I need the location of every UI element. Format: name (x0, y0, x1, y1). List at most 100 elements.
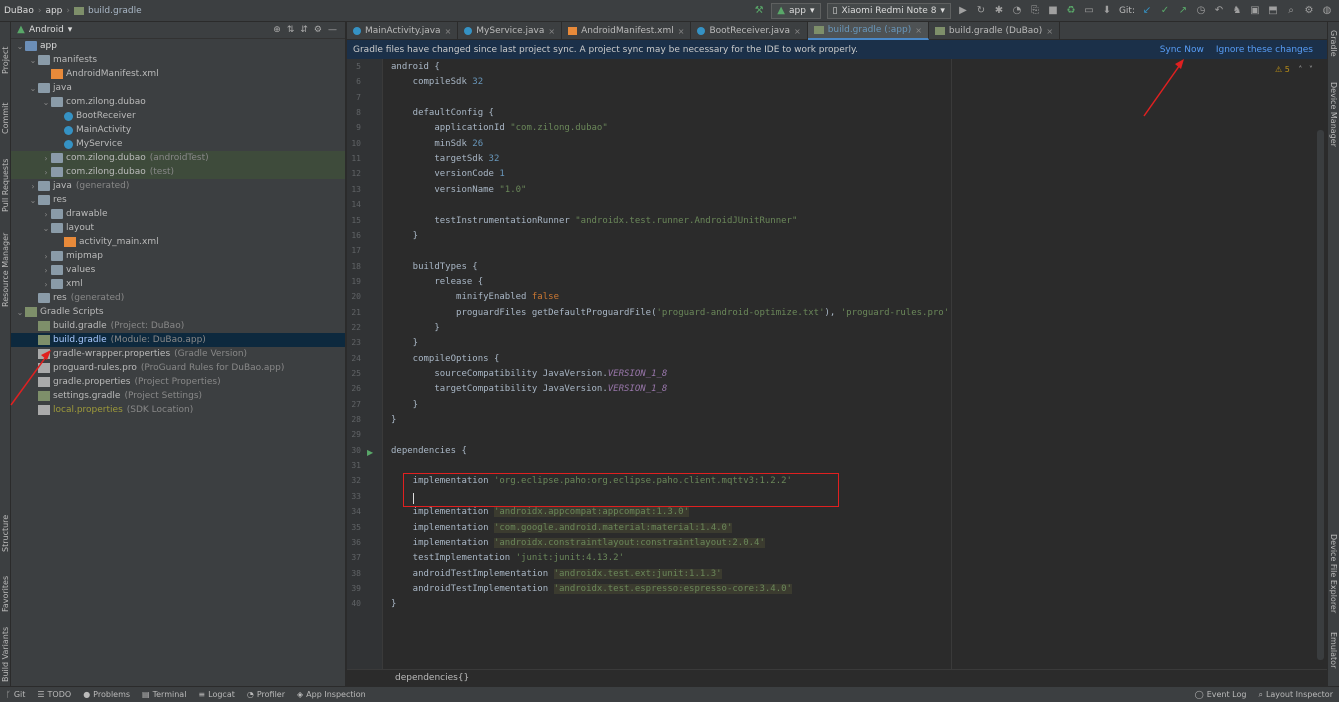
code-editor[interactable]: android { compileSdk 32 defaultConfig { … (383, 59, 1327, 669)
editor-tab[interactable]: build.gradle (DuBao) × (929, 22, 1061, 40)
profile-icon[interactable]: ◔ (1011, 5, 1023, 17)
close-icon[interactable]: × (678, 27, 685, 36)
gear-icon[interactable]: ⚙ (314, 25, 322, 35)
git-update-icon[interactable]: ↙ (1141, 5, 1153, 17)
tree-item[interactable]: › mipmap (11, 249, 345, 263)
hide-icon[interactable]: — (328, 25, 337, 35)
code-breadcrumb[interactable]: dependencies{} (395, 673, 469, 683)
tree-item[interactable]: ⌄ layout (11, 221, 345, 235)
editor-scrollbar[interactable] (1317, 130, 1324, 660)
editor-tab[interactable]: MyService.java × (458, 22, 563, 40)
expand-all-icon[interactable]: ⇅ (287, 25, 295, 35)
close-icon[interactable]: × (794, 27, 801, 36)
chevron-down-icon[interactable]: ⌄ (41, 224, 51, 233)
tree-item[interactable]: AndroidManifest.xml (11, 67, 345, 81)
crumb-project[interactable]: DuBao (4, 6, 34, 16)
chevron-right-icon[interactable]: › (41, 266, 51, 275)
stop-icon[interactable]: ■ (1047, 5, 1059, 17)
tool-todo[interactable]: ☰ TODO (31, 690, 77, 699)
collapse-all-icon[interactable]: ⇵ (300, 25, 308, 35)
tree-item[interactable]: MainActivity (11, 123, 345, 137)
device-manager-icon[interactable]: ▭ (1083, 5, 1095, 17)
tree-item[interactable]: gradle.properties (Project Properties) (11, 375, 345, 389)
tree-item[interactable]: › java (generated) (11, 179, 345, 193)
git-push-icon[interactable]: ↗ (1177, 5, 1189, 17)
debug-icon[interactable]: ✱ (993, 5, 1005, 17)
chevron-down-icon[interactable]: ▾ (68, 25, 73, 35)
warning-indicator[interactable]: ⚠ 5 ˄ ˅ (1275, 65, 1313, 74)
chevron-right-icon[interactable]: › (41, 210, 51, 219)
sdk-manager-icon[interactable]: ⬒ (1267, 5, 1279, 17)
tool-resource-manager[interactable]: Resource Manager (1, 233, 10, 307)
tool-device-manager[interactable]: Device Manager (1329, 82, 1338, 147)
tool-pull-requests[interactable]: Pull Requests (1, 159, 10, 212)
tree-item[interactable]: ⌄ manifests (11, 53, 345, 67)
hammer-icon[interactable]: ⚒ (753, 5, 765, 17)
tree-item[interactable]: proguard-rules.pro (ProGuard Rules for Du… (11, 361, 345, 375)
tool-profiler[interactable]: ◔ Profiler (241, 690, 291, 699)
history-icon[interactable]: ◷ (1195, 5, 1207, 17)
tree-item[interactable]: MyService (11, 137, 345, 151)
close-icon[interactable]: × (1046, 27, 1053, 36)
close-icon[interactable]: × (445, 27, 452, 36)
tree-item[interactable]: BootReceiver (11, 109, 345, 123)
sync-gradle-icon[interactable]: ♻ (1065, 5, 1077, 17)
run-config-select[interactable]: ▲ app ▾ (771, 3, 821, 19)
run-gutter-icon[interactable]: ▶ (367, 448, 373, 457)
tree-item[interactable]: › com.zilong.dubao (androidTest) (11, 151, 345, 165)
chevron-down-icon[interactable]: ⌄ (28, 196, 38, 205)
tool-project[interactable]: Project (1, 47, 10, 74)
tree-item[interactable]: ⌄ app (11, 39, 345, 53)
tree-item[interactable]: › com.zilong.dubao (test) (11, 165, 345, 179)
tool-event-log[interactable]: ◯ Event Log (1189, 690, 1253, 700)
tool-layout-inspector[interactable]: ⌕ Layout Inspector (1252, 690, 1339, 700)
tree-item[interactable]: › xml (11, 277, 345, 291)
run-icon[interactable]: ▶ (957, 5, 969, 17)
chevron-right-icon[interactable]: › (41, 252, 51, 261)
tree-item[interactable]: build.gradle (Module: DuBao.app) (11, 333, 345, 347)
chevron-down-icon[interactable]: ˅ (1309, 65, 1313, 74)
tool-app-inspection[interactable]: ◈ App Inspection (291, 690, 372, 699)
tree-item[interactable]: ⌄ java (11, 81, 345, 95)
tool-device-file-explorer[interactable]: Device File Explorer (1329, 534, 1338, 613)
tree-item[interactable]: ⌄ com.zilong.dubao (11, 95, 345, 109)
project-view-select[interactable]: Android (29, 25, 64, 35)
tool-favorites[interactable]: Favorites (1, 576, 10, 612)
tree-item[interactable]: › values (11, 263, 345, 277)
sdk-icon[interactable]: ⬇ (1101, 5, 1113, 17)
close-icon[interactable]: × (915, 26, 922, 35)
chevron-down-icon[interactable]: ⌄ (41, 98, 51, 107)
tree-item[interactable]: local.properties (SDK Location) (11, 403, 345, 417)
chevron-down-icon[interactable]: ⌄ (28, 84, 38, 93)
close-icon[interactable]: × (548, 27, 555, 36)
tree-item[interactable]: activity_main.xml (11, 235, 345, 249)
tree-item[interactable]: settings.gradle (Project Settings) (11, 389, 345, 403)
avd-icon[interactable]: ▣ (1249, 5, 1261, 17)
crumb-module[interactable]: app (45, 6, 62, 16)
rerun-icon[interactable]: ↻ (975, 5, 987, 17)
user-icon[interactable]: ◍ (1321, 5, 1333, 17)
search-icon[interactable]: ⌕ (1285, 5, 1297, 17)
chevron-right-icon[interactable]: › (41, 280, 51, 289)
editor-tab[interactable]: AndroidManifest.xml × (562, 22, 692, 40)
tree-item[interactable]: gradle-wrapper.properties (Gradle Version… (11, 347, 345, 361)
editor-tab[interactable]: BootReceiver.java × (691, 22, 808, 40)
editor-tab[interactable]: MainActivity.java × (347, 22, 459, 40)
tool-problems[interactable]: ● Problems (77, 690, 136, 699)
gear-icon[interactable]: ⚙ (1303, 5, 1315, 17)
tool-build-variants[interactable]: Build Variants (1, 627, 10, 682)
chevron-down-icon[interactable]: ⌄ (15, 308, 25, 317)
tree-item[interactable]: ⌄ res (11, 193, 345, 207)
locate-icon[interactable]: ⊕ (273, 25, 281, 35)
tree-item[interactable]: build.gradle (Project: DuBao) (11, 319, 345, 333)
tree-item[interactable]: res (generated) (11, 291, 345, 305)
elephant-icon[interactable]: ♞ (1231, 5, 1243, 17)
crumb-file[interactable]: build.gradle (88, 6, 142, 16)
chevron-down-icon[interactable]: ⌄ (28, 56, 38, 65)
tool-terminal[interactable]: ▤ Terminal (136, 690, 192, 699)
attach-icon[interactable]: ⎘ (1029, 5, 1041, 17)
rollback-icon[interactable]: ↶ (1213, 5, 1225, 17)
tool-commit[interactable]: Commit (1, 103, 10, 134)
tree-item[interactable]: › drawable (11, 207, 345, 221)
tool-gradle[interactable]: Gradle (1329, 30, 1338, 57)
